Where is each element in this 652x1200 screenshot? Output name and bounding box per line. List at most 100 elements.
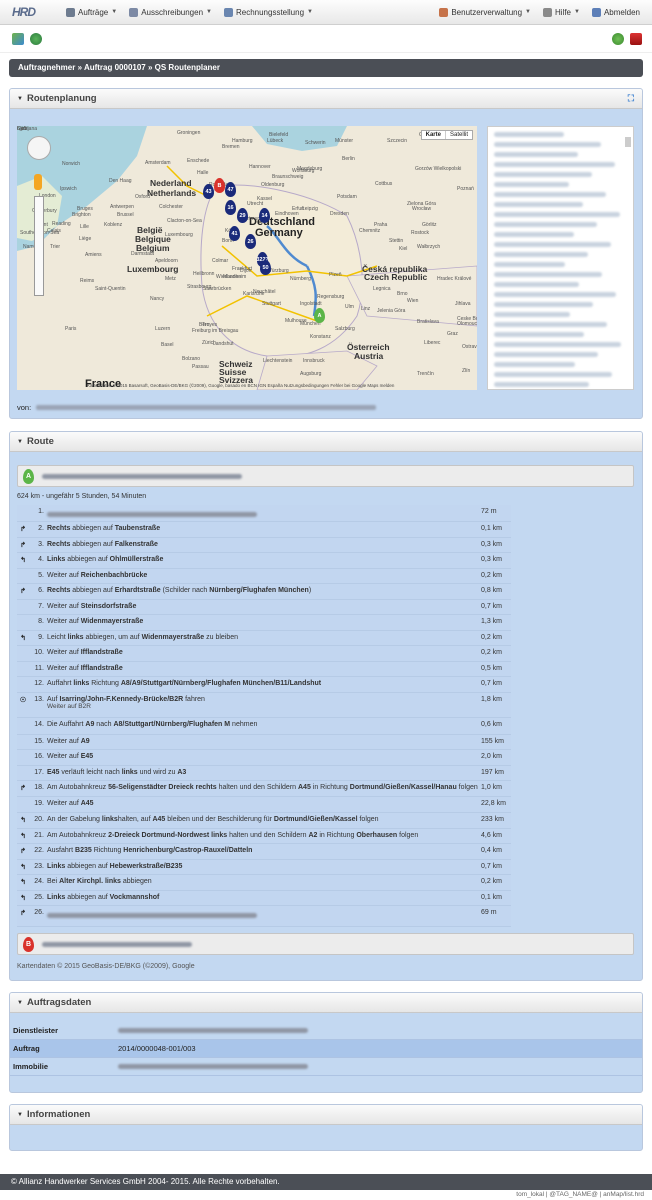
route-step[interactable]: ↱ 26. 69 m: [17, 906, 511, 927]
nav-left-0[interactable]: Aufträge ▼: [66, 7, 117, 17]
map-label: Norwich: [62, 161, 81, 167]
turn-icon: ↰: [20, 557, 26, 564]
step-distance: 155 km: [481, 737, 504, 745]
map-type-satellit[interactable]: Satellit: [444, 131, 472, 139]
route-step[interactable]: ↰ 20. An der Gabelung linkshalten, auf A45…: [17, 812, 511, 829]
route-step[interactable]: ↰ 4. Links abbiegen auf Ohlmüllerstraße 0,3…: [17, 553, 511, 569]
terms-link[interactable]: Nutzungsbedingungen: [284, 383, 329, 388]
route-step[interactable]: 15. Weiter auf A9 155 km: [17, 734, 511, 750]
turn-icon: ↰: [20, 634, 26, 642]
route-header[interactable]: ▼ Route: [10, 432, 642, 452]
step-distance: 0,1 km: [481, 525, 503, 532]
route-step[interactable]: ↰ 24. Bei Alter Kirchpl. links abbiegen 0,2…: [17, 875, 511, 891]
route-step[interactable]: ↱ 6. Rechts abbiegen auf Erhardtstraße (Sc…: [17, 584, 511, 600]
nav-right-2[interactable]: Abmelden: [591, 7, 640, 17]
map-marker-41[interactable]: 41: [229, 226, 240, 241]
pan-control[interactable]: [27, 136, 51, 160]
step-number: 14.: [34, 720, 44, 728]
route-step[interactable]: 8. Weiter auf Widenmayerstraße 1,3 km: [17, 615, 511, 631]
step-number: 17.: [34, 768, 44, 776]
map-label: Luxembourg: [165, 232, 193, 238]
route-step[interactable]: 14. Die Auffahrt A9 nach A8/Stuttgart/Nür…: [17, 717, 511, 735]
route-step[interactable]: 5. Weiter auf Reichenbachbrücke 0,2 km: [17, 568, 511, 584]
map-marker-16[interactable]: 16: [225, 200, 236, 215]
back-icon[interactable]: [630, 33, 642, 45]
sidebar-redacted-line: [494, 162, 615, 167]
map-label: Trenčín: [417, 371, 434, 377]
app-logo[interactable]: HRD: [12, 5, 46, 19]
map-label: Trier: [50, 244, 61, 250]
map-label: Ljubljana: [17, 126, 38, 132]
step-number: 21.: [34, 831, 44, 839]
scrollbar[interactable]: [625, 137, 631, 147]
route-step[interactable]: 16. Weiter auf E45 2,0 km: [17, 750, 511, 766]
step-distance: 2,0 km: [481, 753, 503, 760]
informationen-title: Informationen: [26, 1109, 91, 1120]
map-label: Luxembourg: [127, 264, 179, 274]
nav-left-1[interactable]: Ausschreibungen ▼: [129, 7, 212, 17]
nav-right-0[interactable]: Benutzerverwaltung ▼: [439, 7, 531, 17]
nav-label: Rechnungsstellung: [235, 7, 305, 17]
route-step[interactable]: ↱ 18. Am Autobahnkreuz 56-Seligenstädter D…: [17, 781, 511, 797]
map-label: Zlín: [462, 368, 471, 374]
route-map[interactable]: Deutschland Germany Nederland Netherlands Be…: [17, 126, 477, 390]
route-step[interactable]: ↱ 2. Rechts abbiegen auf Taubenstraße 0,1 k…: [17, 522, 511, 538]
map-marker-26[interactable]: 26: [245, 234, 256, 249]
breadcrumb: Auftragnehmer » Auftrag 0000107 » QS Rou…: [9, 59, 643, 77]
route-step[interactable]: ☉ 13. Auf Isarring/John-F.Kennedy-Brücke/B…: [17, 692, 511, 718]
footer-meta: tom_lokal | @TAG_NAME@ | anMap/list.hrd: [516, 1191, 644, 1198]
map-marker-14[interactable]: 14: [259, 208, 270, 223]
informationen-header[interactable]: ▼ Informationen: [10, 1105, 642, 1125]
route-step[interactable]: ↰ 9. Leicht links abbiegen, um auf Widenma…: [17, 630, 511, 646]
route-step[interactable]: 10. Weiter auf Ifflandstraße 0,2 km: [17, 646, 511, 662]
refresh-icon[interactable]: [30, 33, 42, 45]
route-step[interactable]: 1. 72 m: [17, 505, 511, 522]
pegman-icon[interactable]: [34, 174, 42, 190]
routenplanung-header[interactable]: ▼ Routenplanung ⛶: [10, 89, 642, 109]
fullscreen-icon[interactable]: ⛶: [628, 93, 634, 104]
map-type-karte[interactable]: Karte: [422, 131, 445, 139]
route-step[interactable]: 17. E45 verläuft leicht nach links und wi…: [17, 765, 511, 781]
route-step[interactable]: ↱ 3. Rechts abbiegen auf Falkenstraße 0,3 k…: [17, 537, 511, 553]
step-number: 23.: [34, 862, 44, 870]
route-step[interactable]: ↱ 22. Ausfahrt B235 Richtung Henrichenburg…: [17, 844, 511, 860]
sidebar-redacted-line: [494, 242, 611, 247]
route-step[interactable]: ↰ 23. Links abbiegen auf Hebewerkstraße/B2…: [17, 859, 511, 875]
map-marker-47[interactable]: 47: [225, 182, 236, 197]
route-step[interactable]: ↰ 21. Am Autobahnkreuz 2-Dreieck Dortmund-…: [17, 828, 511, 844]
route-step[interactable]: 11. Weiter auf Ifflandstraße 0,5 km: [17, 661, 511, 677]
map-label: Ipswich: [60, 186, 77, 192]
tenders-icon: [129, 7, 139, 17]
map-label: Liège: [79, 236, 92, 242]
map-marker-B[interactable]: B: [214, 178, 225, 193]
map-marker-50[interactable]: 50: [260, 260, 271, 275]
step-number: 20.: [34, 815, 44, 823]
route-sidebar: [487, 126, 634, 390]
zoom-slider[interactable]: [34, 196, 44, 296]
sidebar-redacted-line: [494, 312, 570, 317]
route-step[interactable]: ↰ 25. Links abbiegen auf Vockmannshof 0,1 k…: [17, 890, 511, 906]
auftragsdaten-header[interactable]: ▼ Auftragsdaten: [10, 993, 642, 1013]
end-marker-icon: B: [23, 936, 34, 952]
map-marker-A[interactable]: A: [314, 308, 325, 323]
map-label: Liberec: [424, 340, 441, 346]
route-step[interactable]: 19. Weiter auf A45 22,8 km: [17, 797, 511, 813]
map-label: Saarbrücken: [203, 286, 232, 292]
map-label: Ostrava: [462, 344, 477, 350]
nav-left-2[interactable]: Rechnungsstellung ▼: [223, 7, 313, 17]
map-marker-29[interactable]: 29: [237, 208, 248, 223]
map-view-icon[interactable]: [12, 33, 24, 45]
map-label: Cottbus: [375, 181, 393, 187]
report-link[interactable]: Fehler bei Google Maps melden: [330, 383, 394, 388]
step-instruction: Weiter auf A45: [47, 800, 94, 807]
map-marker-43[interactable]: 43: [203, 184, 214, 199]
map-label: Mulhouse: [285, 318, 307, 324]
route-step[interactable]: 12. Auffahrt links Richtung A8/A9/Stuttga…: [17, 677, 511, 693]
route-step[interactable]: 7. Weiter auf Steinsdorfstraße 0,7 km: [17, 599, 511, 615]
step-distance: 0,4 km: [481, 847, 503, 854]
step-number: 7.: [38, 602, 44, 610]
zoom-icon[interactable]: [612, 33, 624, 45]
nav-right-1[interactable]: Hilfe ▼: [543, 7, 580, 17]
step-distance: 22,8 km: [481, 800, 506, 807]
map-type-control[interactable]: Karte Satellit: [420, 130, 473, 140]
